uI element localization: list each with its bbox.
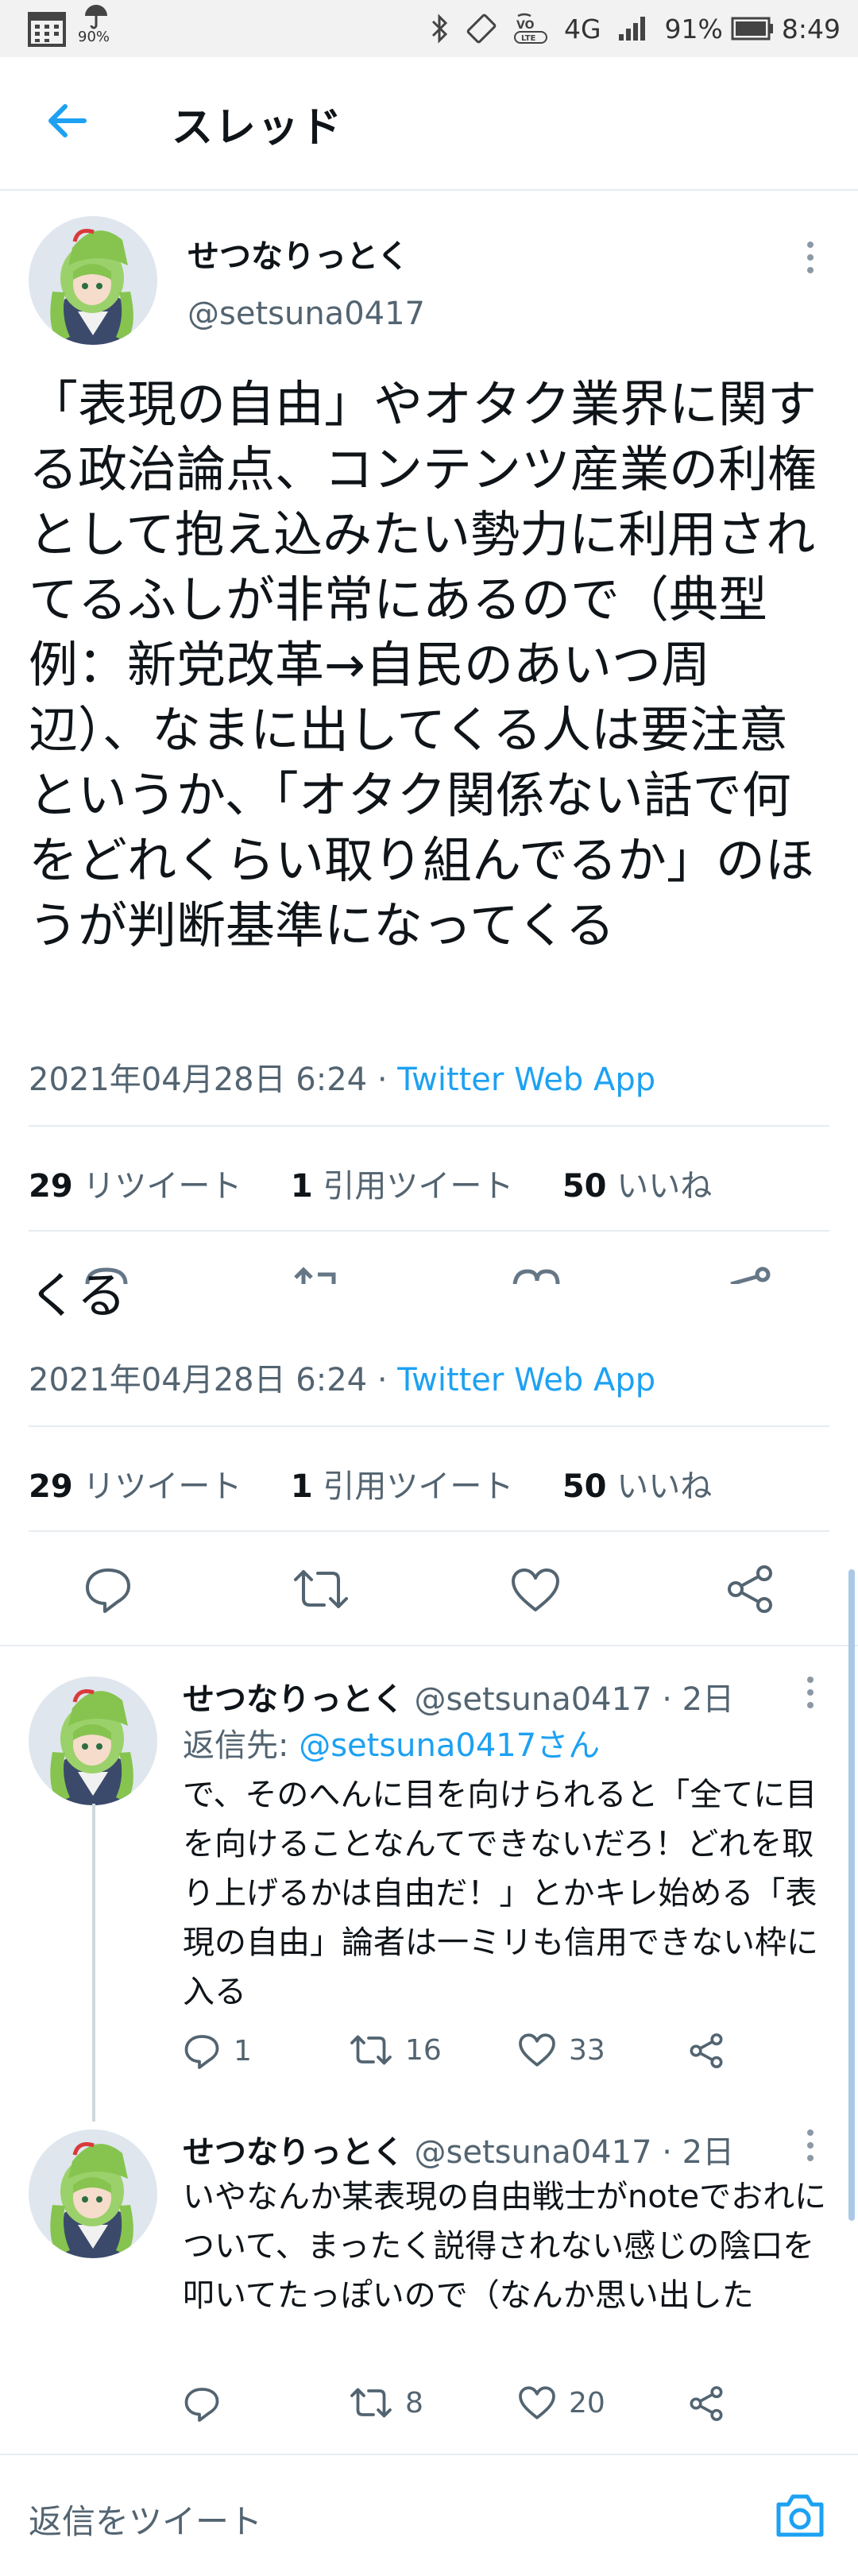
like-count[interactable]: 50 — [562, 1468, 607, 1505]
tweet-text: 「表現の自由」やオタク業界に関する政治論点、コンテンツ産業の利権として抱え込みた… — [29, 375, 817, 954]
author-handle[interactable]: @setsuna0417 — [187, 296, 425, 332]
retweet-label[interactable]: リツイート — [83, 1468, 242, 1505]
scrollbar[interactable] — [848, 1569, 855, 2221]
reply-age: · 2日 — [662, 1681, 735, 1718]
volte-icon: VO LTE — [513, 13, 548, 44]
divider — [29, 1425, 829, 1427]
like-button[interactable]: 33 — [518, 2033, 605, 2067]
tweet-source[interactable]: Twitter Web App — [397, 1062, 655, 1098]
calendar-icon — [27, 8, 67, 48]
reply-avatar[interactable] — [29, 2129, 157, 2258]
reply-count: 1 — [234, 2034, 252, 2067]
reply-to-label: 返信先: — [183, 1727, 289, 1764]
tweet-stats: 29 リツイート 1 引用ツイート 50 いいね — [29, 1160, 712, 1206]
heart-icon — [518, 2033, 556, 2067]
quote-count[interactable]: 1 — [291, 1468, 313, 1505]
divider — [29, 1125, 829, 1127]
share-icon — [688, 2385, 725, 2422]
rotate-icon — [466, 13, 497, 44]
quote-label[interactable]: 引用ツイート — [323, 1168, 513, 1205]
bluetooth-icon — [431, 14, 450, 44]
reply-button[interactable]: 1 — [183, 2033, 252, 2069]
reply-header: せつなりっとく @setsuna0417 · 2日 — [183, 2126, 734, 2172]
tweet-source[interactable]: Twitter Web App — [397, 1362, 655, 1398]
tweet-text-fragment: くる — [29, 1267, 126, 1325]
camera-icon[interactable] — [774, 2492, 826, 2539]
reply-author-handle[interactable]: @setsuna0417 — [415, 2134, 652, 2171]
tweet-meta: 2021年04月28日 6:24 · Twitter Web App — [29, 1054, 655, 1100]
reply-to-line: 返信先: @setsuna0417さん — [183, 1719, 600, 1766]
status-bar: 90% VO LTE 4G 91% 8:49 — [0, 0, 858, 57]
share-button[interactable] — [725, 1564, 775, 1615]
like-button[interactable]: 20 — [518, 2385, 605, 2420]
share-icon — [688, 2033, 725, 2069]
retweet-count: 16 — [405, 2033, 442, 2067]
meta-separator: · — [377, 1362, 398, 1398]
thread-connector — [92, 1804, 95, 2122]
retweet-icon — [350, 2385, 392, 2420]
reply-to-user[interactable]: @setsuna0417さん — [299, 1727, 600, 1764]
retweet-icon — [350, 2033, 392, 2067]
reply-button[interactable] — [83, 1565, 133, 1613]
reply-icon — [183, 2033, 221, 2069]
status-indicators: VO LTE 4G 91% 8:49 — [431, 11, 841, 46]
reply-composer[interactable]: 返信をツイート — [0, 2454, 858, 2576]
retweet-button[interactable] — [292, 1567, 350, 1611]
retweet-count[interactable]: 29 — [29, 1168, 73, 1205]
quote-count[interactable]: 1 — [291, 1168, 313, 1205]
retweet-label[interactable]: リツイート — [83, 1168, 242, 1205]
reply-icon — [183, 2385, 221, 2422]
page-title: スレッド — [172, 104, 344, 152]
umbrella-icon — [83, 3, 114, 30]
like-count: 20 — [569, 2386, 605, 2419]
retweet-button[interactable]: 8 — [350, 2385, 423, 2420]
reply-age: · 2日 — [662, 2134, 735, 2171]
like-label[interactable]: いいね — [616, 1468, 712, 1505]
tweet-meta-duplicate: 2021年04月28日 6:24 · Twitter Web App — [29, 1354, 655, 1400]
heart-icon — [518, 2385, 556, 2420]
tweet-stats-duplicate: 29 リツイート 1 引用ツイート 50 いいね — [29, 1460, 712, 1507]
battery-text: 91% — [664, 13, 723, 44]
signal-icon — [617, 15, 649, 42]
network-type-text: 4G — [563, 13, 601, 44]
app-bar: スレッド — [0, 57, 858, 191]
reply-avatar[interactable] — [29, 1677, 157, 1805]
reply-author-name[interactable]: せつなりっとく — [183, 2134, 404, 2171]
ghost-action-row — [0, 1263, 858, 1284]
precipitation-text: 90% — [78, 29, 110, 45]
meta-separator: · — [377, 1062, 398, 1098]
avatar[interactable] — [29, 216, 157, 345]
share-button[interactable] — [688, 2385, 725, 2422]
battery-icon — [731, 17, 774, 41]
divider — [29, 1230, 829, 1232]
tweet-timestamp[interactable]: 2021年04月28日 6:24 — [29, 1062, 367, 1098]
author-name[interactable]: せつなりっとく — [187, 230, 409, 277]
like-count[interactable]: 50 — [562, 1168, 607, 1205]
reply-author-name[interactable]: せつなりっとく — [183, 1681, 404, 1718]
more-options-icon[interactable] — [801, 1675, 820, 1710]
reply-button[interactable] — [183, 2385, 234, 2422]
svg-text:LTE: LTE — [521, 34, 536, 43]
more-options-icon[interactable] — [801, 2128, 820, 2163]
reply-input[interactable]: 返信をツイート — [29, 2495, 262, 2543]
quote-label[interactable]: 引用ツイート — [323, 1468, 513, 1505]
clock-text: 8:49 — [781, 13, 841, 44]
divider — [0, 1645, 858, 1646]
svg-text:VO: VO — [516, 19, 535, 32]
retweet-count[interactable]: 29 — [29, 1468, 73, 1505]
like-button[interactable] — [510, 1567, 561, 1613]
like-label[interactable]: いいね — [616, 1168, 712, 1205]
reply-header: せつなりっとく @setsuna0417 · 2日 — [183, 1673, 734, 1719]
more-options-icon[interactable] — [801, 240, 820, 275]
reply-author-handle[interactable]: @setsuna0417 — [415, 1681, 652, 1718]
share-button[interactable] — [688, 2033, 725, 2069]
reply-text: いやなんか某表現の自由戦士がnoteでおれについて、まったく説得されない感じの陰… — [183, 2179, 827, 2314]
retweet-button[interactable]: 16 — [350, 2033, 442, 2067]
retweet-count: 8 — [405, 2386, 423, 2419]
divider — [29, 1530, 829, 1532]
like-count: 33 — [569, 2033, 605, 2067]
back-arrow-icon[interactable] — [43, 97, 91, 145]
reply-text: で、そのへんに目を向けられると「全てに目を向けることなんてできないだろ！どれを取… — [183, 1777, 818, 2010]
tweet-timestamp[interactable]: 2021年04月28日 6:24 — [29, 1362, 367, 1398]
